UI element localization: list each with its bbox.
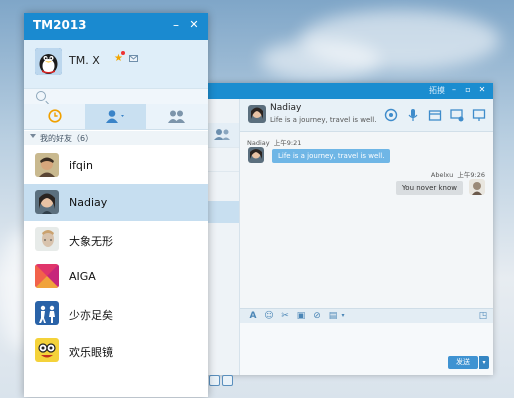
friend-group-header[interactable]: 我的好友（6） — [24, 131, 208, 145]
friend-group-label: 我的好友（6） — [40, 134, 94, 143]
friend-list-item[interactable]: 欢乐眼镜 — [24, 332, 208, 369]
block-icon[interactable]: ⊘ — [312, 311, 322, 321]
chat-header: Nadiay Life is a journey, travel is well… — [240, 99, 493, 132]
friend-avatar — [35, 227, 59, 251]
friend-list-item-selected[interactable]: Nadiay — [24, 184, 208, 221]
contacts-icon — [214, 129, 230, 140]
message-bubble-incoming: Life is a journey, travel is well. — [272, 149, 391, 163]
font-icon[interactable]: A — [248, 311, 258, 321]
chat-window: 拓摸 – ▫ ✕ Nadiay Life is a journey, trave… — [207, 83, 493, 386]
collapse-arrow-icon — [30, 134, 36, 138]
chat-titlebar: 拓摸 – ▫ ✕ — [207, 83, 493, 99]
friend-list-item[interactable]: ifqin — [24, 147, 208, 184]
settings-icon[interactable] — [209, 375, 220, 386]
friend-name: 少亦足矣 — [69, 309, 113, 322]
message-meta: Nadiay 上午9:21 — [247, 139, 302, 147]
screen-share-icon[interactable] — [472, 108, 486, 122]
chat-contact-signature: Life is a journey, travel is well. — [270, 116, 377, 124]
group-icon — [168, 110, 185, 123]
clock-icon — [48, 109, 62, 123]
user-name: TM. X — [69, 54, 100, 67]
chat-session-list — [207, 99, 240, 386]
friend-list-item[interactable]: 少亦足矣 — [24, 295, 208, 332]
notification-dot-icon — [121, 51, 125, 55]
friend-name: Nadiay — [69, 196, 108, 209]
sender-avatar[interactable] — [248, 147, 264, 163]
tab-recent[interactable] — [24, 104, 85, 129]
scissors-icon[interactable]: ✂ — [280, 311, 290, 321]
close-button[interactable]: ✕ — [187, 18, 201, 31]
friend-name: 欢乐眼镜 — [69, 346, 113, 359]
image-icon[interactable]: ▣ — [296, 311, 306, 321]
message-meta: Abelxu 上午9:26 — [430, 171, 485, 179]
panel-titlebar: TM2013 – ✕ — [24, 13, 208, 40]
chat-contact-name: Nadiay — [270, 103, 302, 113]
maximize-icon[interactable]: ▫ — [463, 85, 473, 95]
contact-avatar[interactable] — [248, 105, 266, 123]
history-icon[interactable]: ◳ — [478, 311, 488, 321]
send-button[interactable]: 发送 — [448, 356, 478, 369]
file-transfer-icon[interactable] — [428, 108, 442, 122]
tab-groups[interactable] — [146, 104, 207, 129]
video-call-icon[interactable] — [384, 108, 398, 122]
session-list-item[interactable] — [207, 123, 239, 148]
close-icon[interactable]: ✕ — [477, 85, 487, 95]
search-icon — [36, 91, 46, 101]
microphone-icon[interactable] — [406, 108, 420, 122]
friend-avatar — [35, 301, 59, 325]
friend-list-item[interactable]: AIGA — [24, 258, 208, 295]
session-list-item[interactable] — [207, 147, 239, 172]
search-bar[interactable] — [24, 88, 208, 105]
app-icon[interactable] — [222, 375, 233, 386]
contact-icon — [106, 110, 124, 123]
app-add-icon[interactable] — [450, 108, 464, 122]
friend-name: ifqin — [69, 159, 93, 172]
input-toolbar: A ☺ ✂ ▣ ⊘ ▤ ▾ ◳ — [240, 308, 493, 324]
tab-contacts[interactable] — [85, 104, 146, 129]
friend-avatar — [35, 338, 59, 362]
friend-list-item[interactable]: 大象无形 — [24, 221, 208, 258]
main-tabs — [24, 104, 208, 130]
app-title: TM2013 — [33, 18, 87, 32]
friend-name: 大象无形 — [69, 235, 113, 248]
message-area: Nadiay 上午9:21 Life is a journey, travel … — [240, 132, 493, 322]
send-options-button[interactable]: ▾ — [479, 356, 489, 369]
background-cloud — [260, 40, 380, 80]
contacts-panel: TM2013 – ✕ TM. X ★ 我的好友（6） ifqin Nadiay … — [24, 13, 208, 397]
friend-avatar — [35, 264, 59, 288]
my-avatar[interactable] — [469, 179, 485, 195]
more-tools-icon[interactable]: ▤ — [328, 311, 338, 321]
chat-titlebar-label: 拓摸 — [429, 86, 445, 95]
minimize-icon[interactable]: – — [449, 85, 459, 95]
emoji-icon[interactable]: ☺ — [264, 311, 274, 321]
friend-name: AIGA — [69, 270, 96, 283]
minimize-button[interactable]: – — [169, 18, 183, 32]
chevron-down-icon[interactable]: ▾ — [338, 311, 348, 321]
user-avatar[interactable] — [35, 48, 62, 75]
session-list-item[interactable] — [207, 99, 239, 124]
session-list-item-selected[interactable] — [207, 201, 239, 223]
message-bubble-outgoing: You nover know — [395, 181, 463, 195]
panel-bottom-area — [24, 373, 208, 397]
profile-header: TM. X ★ — [24, 40, 208, 88]
friend-avatar — [35, 153, 59, 177]
friend-avatar — [35, 190, 59, 214]
mail-icon[interactable] — [129, 55, 138, 62]
